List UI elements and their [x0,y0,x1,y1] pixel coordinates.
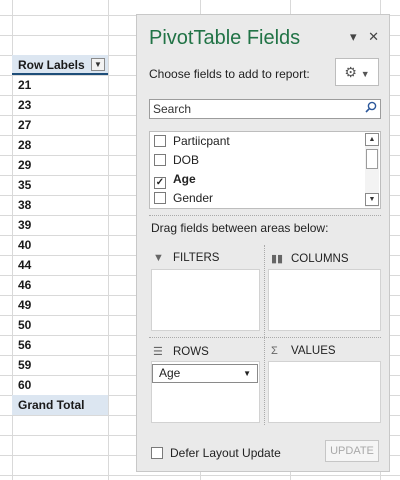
defer-layout-update[interactable]: Defer Layout Update [151,446,281,460]
area-divider-horizontal [149,337,381,338]
row-field-label: Age [159,366,181,380]
defer-label: Defer Layout Update [170,446,281,460]
defer-checkbox[interactable] [151,447,163,459]
pivot-row[interactable]: 38 [12,195,108,215]
pivot-row[interactable]: 28 [12,135,108,155]
field-label: Age [173,172,196,186]
scroll-up-icon[interactable]: ▲ [365,133,379,146]
pivot-row[interactable]: 56 [12,335,108,355]
close-icon[interactable]: ✕ [368,29,379,45]
values-drop-zone[interactable] [268,361,381,423]
values-label: VALUES [291,345,336,357]
pivot-row[interactable]: 44 [12,255,108,275]
field-item-dob[interactable]: DOB [150,151,380,170]
columns-area-header: ▮▮ COLUMNS [271,252,349,265]
grid-column-line [108,0,109,480]
choose-fields-label: Choose fields to add to report: [149,67,310,81]
sigma-icon: Σ [271,345,278,357]
field-list-scrollbar[interactable]: ▲ ▼ [365,133,379,207]
field-checkbox[interactable] [154,154,166,166]
pivottable-fields-pane: PivotTable Fields ▾ ✕ Choose fields to a… [136,14,390,472]
pivot-table: Row Labels ▼ 21 23 27 28 29 35 38 39 40 … [12,55,108,415]
row-labels-text: Row Labels [18,58,85,72]
search-input[interactable]: Search [149,99,381,119]
row-labels-header[interactable]: Row Labels ▼ [12,55,108,75]
values-area-header: Σ VALUES [271,345,336,357]
pivot-row[interactable]: 59 [12,355,108,375]
pane-title: PivotTable Fields [149,27,301,49]
pane-controls: ▾ ✕ [342,29,379,45]
pivot-row[interactable]: 40 [12,235,108,255]
pivot-row[interactable]: 46 [12,275,108,295]
area-divider-vertical [264,245,265,425]
scroll-thumb[interactable] [366,149,378,169]
pivot-row[interactable]: 39 [12,215,108,235]
pivot-row[interactable]: 29 [12,155,108,175]
pivot-row[interactable]: 23 [12,95,108,115]
field-checkbox[interactable] [154,135,166,147]
rows-icon: ☰ [153,346,163,358]
search-text: Search [153,102,192,116]
rows-label: ROWS [173,346,209,358]
field-checkbox[interactable] [154,192,166,204]
filters-label: FILTERS [173,252,220,264]
grand-total-row[interactable]: Grand Total [12,395,108,415]
field-item-age[interactable]: ✓ Age [150,170,380,189]
update-button[interactable]: UPDATE [325,440,379,462]
section-divider [149,215,381,216]
filters-drop-zone[interactable] [151,269,260,331]
rows-area-header: ☰ ROWS [153,345,209,358]
gear-icon: ⚙ [344,64,357,80]
field-label: Partiicpant [173,134,230,148]
field-list: Partiicpant DOB ✓ Age Gender ▲ ▼ [149,131,381,209]
columns-drop-zone[interactable] [268,269,381,331]
chevron-down-icon: ▼ [360,69,370,79]
pivot-row[interactable]: 50 [12,315,108,335]
pivot-row[interactable]: 35 [12,175,108,195]
pivot-row[interactable]: 60 [12,375,108,395]
rows-field-age[interactable]: Age ▼ [152,364,258,383]
field-item-participant[interactable]: Partiicpant [150,132,380,151]
columns-label: COLUMNS [291,253,349,265]
chevron-down-icon[interactable]: ▼ [243,365,251,382]
drag-fields-label: Drag fields between areas below: [151,221,329,235]
field-label: DOB [173,153,200,167]
funnel-icon: ▼ [153,252,164,264]
field-layout-settings-button[interactable]: ⚙ ▼ [335,58,379,86]
filter-dropdown-icon[interactable]: ▼ [91,58,105,71]
filters-area-header: ▼ FILTERS [153,252,219,264]
field-checkbox-checked[interactable]: ✓ [154,177,166,189]
pane-options-dropdown-icon[interactable]: ▾ [350,29,357,45]
scroll-down-icon[interactable]: ▼ [365,193,379,206]
pivot-row[interactable]: 21 [12,75,108,95]
columns-icon: ▮▮ [271,253,284,265]
search-icon[interactable] [365,100,377,118]
pivot-row[interactable]: 49 [12,295,108,315]
field-label: Gender [173,191,214,205]
pivot-row[interactable]: 27 [12,115,108,135]
field-item-gender[interactable]: Gender [150,189,380,208]
